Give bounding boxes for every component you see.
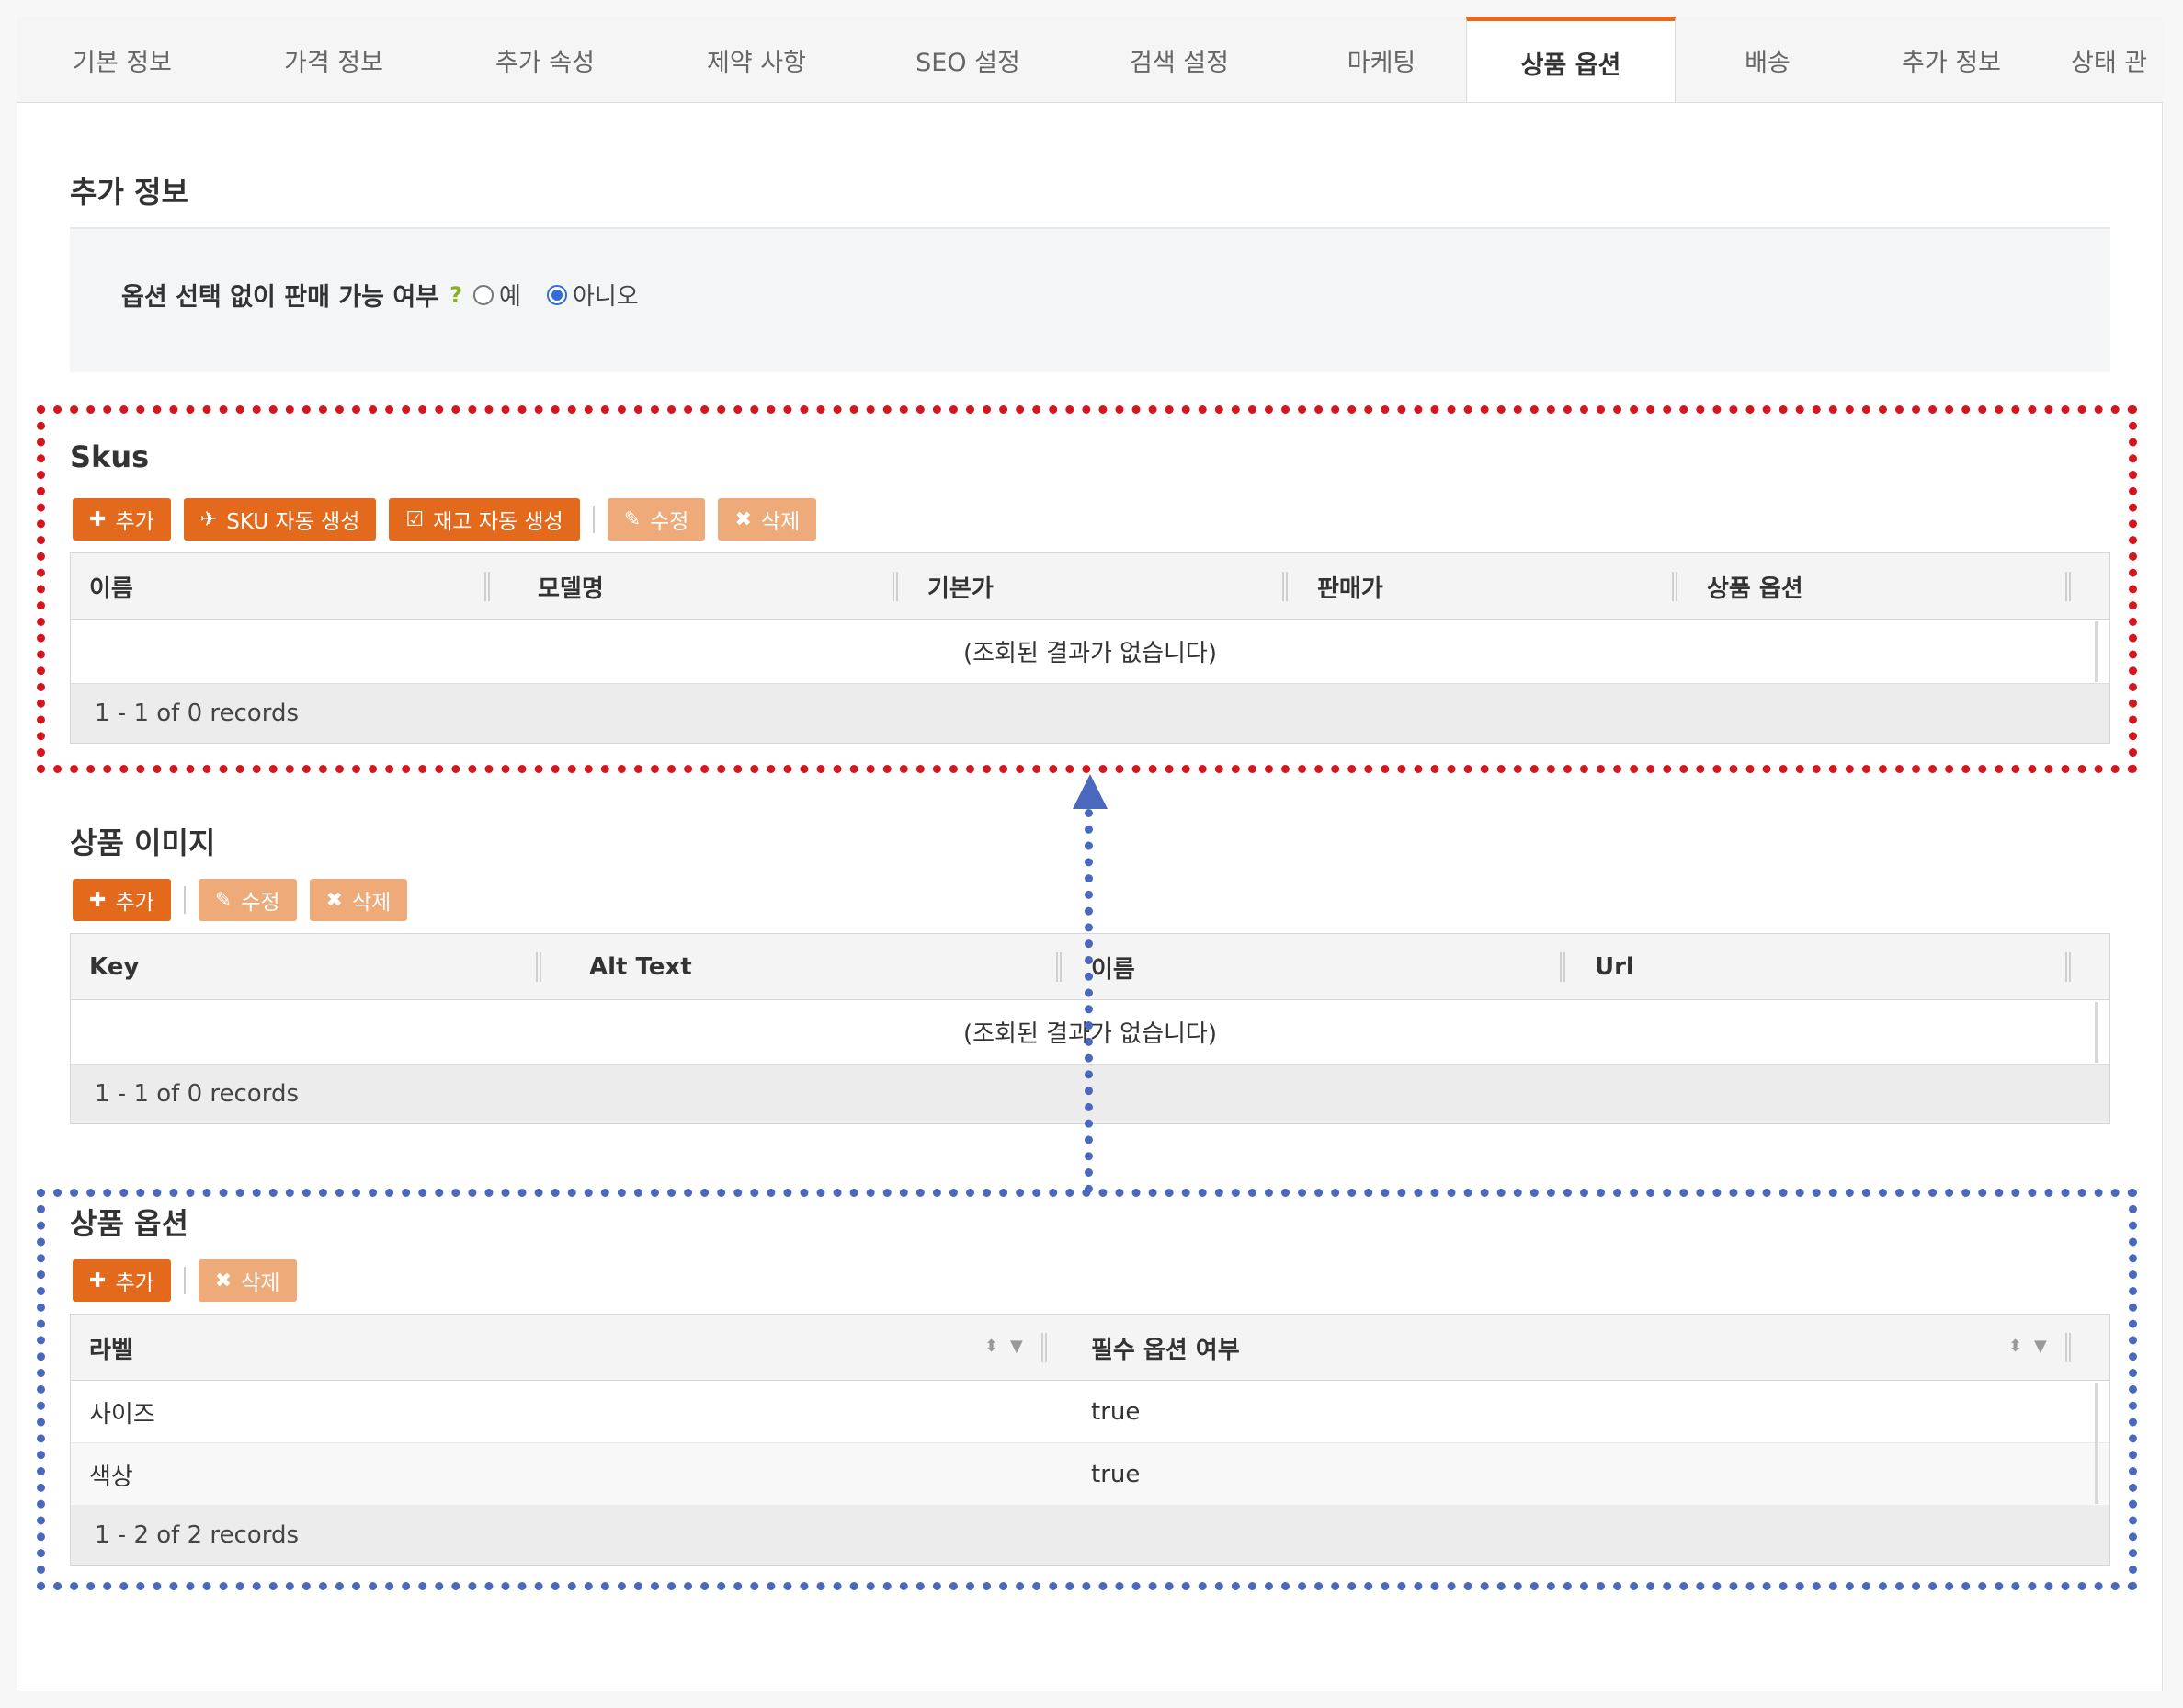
col-key[interactable]: Key [89,934,139,1000]
annotation-arrow-head-icon [1073,774,1108,809]
options-highlight-box [37,1189,2137,1590]
tab-additional-info[interactable]: 추가 정보 [1859,17,2043,102]
column-resize-handle[interactable] [536,952,541,982]
images-edit-button[interactable]: ✎ 수정 [198,879,297,921]
pencil-icon: ✎ [214,888,233,912]
tab-search-settings[interactable]: 검색 설정 [1074,17,1285,102]
toolbar-separator [183,886,186,914]
column-resize-handle[interactable] [2065,952,2071,982]
additional-info-box: 옵션 선택 없이 판매 가능 여부 ? 예 아니오 [70,229,2110,372]
tab-marketing[interactable]: 마케팅 [1285,17,1478,102]
sell-without-option-row: 옵션 선택 없이 판매 가능 여부 ? 예 아니오 [121,277,654,313]
tab-product-options[interactable]: 상품 옵션 [1466,17,1676,102]
column-resize-handle[interactable] [1560,952,1565,982]
radio-yes-label[interactable]: 예 [499,278,521,312]
tab-bar: 기본 정보 가격 정보 추가 속성 제약 사항 SEO 설정 검색 설정 마케팅… [17,17,2163,103]
tab-constraints[interactable]: 제약 사항 [651,17,862,102]
close-icon: ✖ [325,888,343,912]
column-resize-handle[interactable] [1056,952,1062,982]
radio-no[interactable] [546,284,567,305]
radio-no-label[interactable]: 아니오 [573,278,639,312]
tab-status[interactable]: 상태 관 [2043,17,2163,102]
annotation-arrow-line [1085,809,1093,1193]
images-add-button[interactable]: ✚ 추가 [73,879,171,921]
images-delete-button[interactable]: ✖ 삭제 [309,879,408,921]
tab-seo-settings[interactable]: SEO 설정 [862,17,1074,102]
tab-price-info[interactable]: 가격 정보 [228,17,439,102]
tab-basic-info[interactable]: 기본 정보 [17,17,228,102]
sell-without-option-label: 옵션 선택 없이 판매 가능 여부 [121,283,439,312]
images-toolbar: ✚ 추가 ✎ 수정 ✖ 삭제 [73,879,420,921]
radio-yes[interactable] [473,284,495,305]
additional-info-title: 추가 정보 [70,175,188,210]
scrollbar[interactable] [2095,1002,2098,1063]
help-icon[interactable]: ? [449,282,462,308]
col-url[interactable]: Url [1595,934,1634,1000]
plus-icon: ✚ [89,888,107,912]
tab-shipping[interactable]: 배송 [1676,17,1859,102]
col-image-name[interactable]: 이름 [1091,934,1135,1000]
col-alt-text[interactable]: Alt Text [589,934,692,1000]
skus-highlight-box [37,405,2137,773]
tab-extra-attributes[interactable]: 추가 속성 [439,17,651,102]
images-title: 상품 이미지 [70,826,216,860]
